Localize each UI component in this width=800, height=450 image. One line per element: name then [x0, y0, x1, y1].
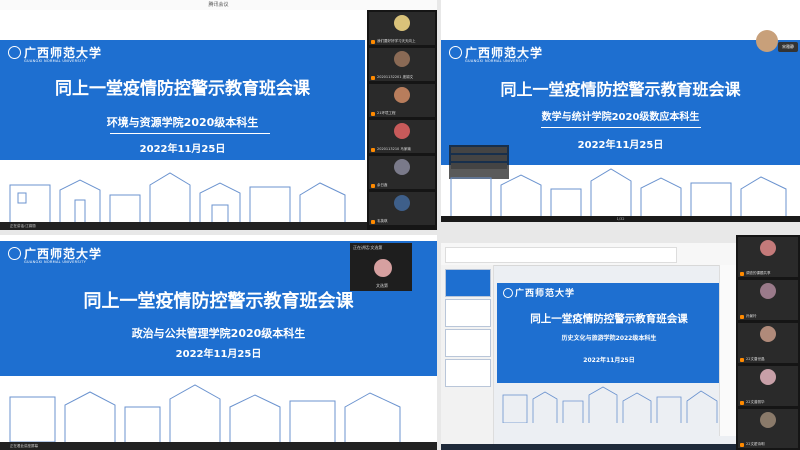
participant-tile[interactable]: 韦英琪	[369, 192, 435, 225]
avatar	[394, 123, 410, 139]
participant-name: 调查的课题共享	[746, 271, 771, 275]
slide-rule	[541, 127, 701, 128]
host-chip-name: 宋雅静	[782, 44, 794, 49]
slide-rule	[110, 133, 270, 134]
slide-date: 2022年11月25日	[583, 357, 635, 364]
participant-tile[interactable]: 我们要好好学习天天向上	[369, 12, 435, 45]
university-seal-icon	[449, 46, 462, 59]
avatar	[394, 87, 410, 103]
slide-subtitle: 政治与公共管理学院2020级本科生	[131, 327, 306, 340]
participant-list: 调查的课题共享 孙景玲 22文唐世晶 22文曾丽华 22文翟诗明	[736, 235, 800, 450]
mic-icon	[371, 40, 375, 44]
participant-name: 孙景玲	[746, 314, 757, 318]
campus-illustration	[9, 172, 346, 225]
mic-icon	[371, 76, 375, 80]
slide-thumbnails	[441, 265, 494, 444]
course-title: 同上一堂疫情防控警示教育班会课	[530, 313, 688, 325]
course-title: 同上一堂疫情防控警示教育班会课	[500, 80, 741, 99]
campus-illustration	[450, 168, 787, 218]
status-bar: 正在看此讲座屏幕	[0, 442, 437, 450]
university-en: GUANGXI NORMAL UNIVERSITY	[465, 59, 528, 63]
avatar	[760, 369, 776, 385]
participant-tile[interactable]: 22文唐世晶	[738, 323, 798, 363]
participant-name: 22文翟诗明	[746, 442, 765, 446]
slide-subtitle: 历史文化与旅游学院2022级本科生	[561, 335, 657, 342]
mic-icon	[371, 220, 375, 224]
slide-subtitle: 数学与统计学院2020级数应本科生	[541, 112, 700, 123]
slide-footer: 1/32	[441, 216, 800, 222]
avatar	[374, 259, 392, 277]
taskbar	[441, 444, 740, 450]
mic-icon	[371, 184, 375, 188]
mic-icon	[371, 112, 375, 116]
slide-thumbnail[interactable]	[445, 299, 491, 327]
host-chip[interactable]: 宋雅静	[778, 42, 798, 52]
avatar	[760, 283, 776, 299]
participant-name: 22文曾丽华	[746, 400, 765, 404]
avatar	[394, 51, 410, 67]
slide-date: 2022年11月25日	[175, 349, 262, 360]
mic-icon	[371, 148, 375, 152]
mic-icon	[740, 315, 744, 319]
avatar	[394, 15, 410, 31]
participant-name: 2020113210 马家瑜	[377, 147, 411, 151]
avatar	[394, 159, 410, 175]
meeting-window-environment: 腾讯会议 广西师范大学 GUANGXI NORMAL UNIVERSITY 同上…	[0, 0, 437, 230]
participant-name: 我们要好好学习天天向上	[377, 39, 416, 43]
campus-illustration	[9, 384, 401, 442]
university-seal-icon	[503, 288, 513, 298]
participant-name: 22文唐世晶	[746, 357, 765, 361]
avatar	[760, 240, 776, 256]
speaking-status: 正在讲话:江锦丽	[0, 222, 367, 230]
avatar	[394, 195, 410, 211]
university-en: GUANGXI NORMAL UNIVERSITY	[24, 260, 87, 264]
participant-tile[interactable]: 余日鑫	[369, 156, 435, 189]
speaker-popup: 正在讲话:文选第 文选第	[350, 243, 412, 291]
campus-illustration	[502, 386, 718, 423]
participant-tile[interactable]: 22文翟诗明	[738, 409, 798, 448]
mic-icon	[740, 272, 744, 276]
slide-thumbnail[interactable]	[445, 269, 491, 297]
participant-tile[interactable]: 21环境工程	[369, 84, 435, 117]
university-seal-icon	[8, 247, 21, 260]
university-seal-icon	[8, 46, 21, 59]
slide-subtitle: 环境与资源学院2020级本科生	[106, 116, 259, 129]
avatar	[756, 30, 778, 52]
slide-date: 2022年11月25日	[139, 144, 226, 155]
mic-icon	[740, 443, 744, 447]
meeting-window-politics: 广西师范大学 GUANGXI NORMAL UNIVERSITY 同上一堂疫情防…	[0, 235, 437, 450]
mic-icon	[740, 358, 744, 362]
avatar	[760, 326, 776, 342]
slide-banner: 广西师范大学 同上一堂疫情防控警示教育班会课 历史文化与旅游学院2022级本科生…	[497, 283, 721, 383]
course-title: 同上一堂疫情防控警示教育班会课	[55, 79, 310, 99]
self-name: 文选第	[376, 283, 388, 288]
participant-tile[interactable]: 2020113210 马家瑜	[369, 120, 435, 153]
participant-tile[interactable]: 孙景玲	[738, 280, 798, 320]
slide-banner: 广西师范大学 GUANGXI NORMAL UNIVERSITY 同上一堂疫情防…	[0, 40, 365, 160]
participant-tile[interactable]: 调查的课题共享	[738, 237, 798, 277]
avatar	[760, 412, 776, 428]
speaking-chip: 正在讲话:文选第	[353, 245, 383, 250]
participant-name: 20201132201 庞锦文	[377, 75, 414, 79]
university-logo: 广西师范大学	[515, 289, 576, 299]
participant-list: 我们要好好学习天天向上 20201132201 庞锦文 21环境工程 20201…	[367, 10, 437, 230]
meeting-window-math: 广西师范大学 GUANGXI NORMAL UNIVERSITY 同上一堂疫情防…	[441, 0, 800, 222]
participant-tile[interactable]: 22文曾丽华	[738, 366, 798, 406]
slide-thumbnail[interactable]	[445, 359, 491, 387]
mic-icon	[740, 401, 744, 405]
university-en: GUANGXI NORMAL UNIVERSITY	[24, 59, 87, 63]
participant-name: 21环境工程	[377, 111, 396, 115]
participant-tile[interactable]: 20201132201 庞锦文	[369, 48, 435, 81]
participant-name: 余日鑫	[377, 183, 388, 187]
participant-name: 韦英琪	[377, 219, 388, 223]
window-title: 腾讯会议	[0, 0, 437, 10]
meeting-window-history: 广西师范大学 同上一堂疫情防控警示教育班会课 历史文化与旅游学院2022级本科生…	[441, 235, 800, 450]
slide-thumbnail[interactable]	[445, 329, 491, 357]
